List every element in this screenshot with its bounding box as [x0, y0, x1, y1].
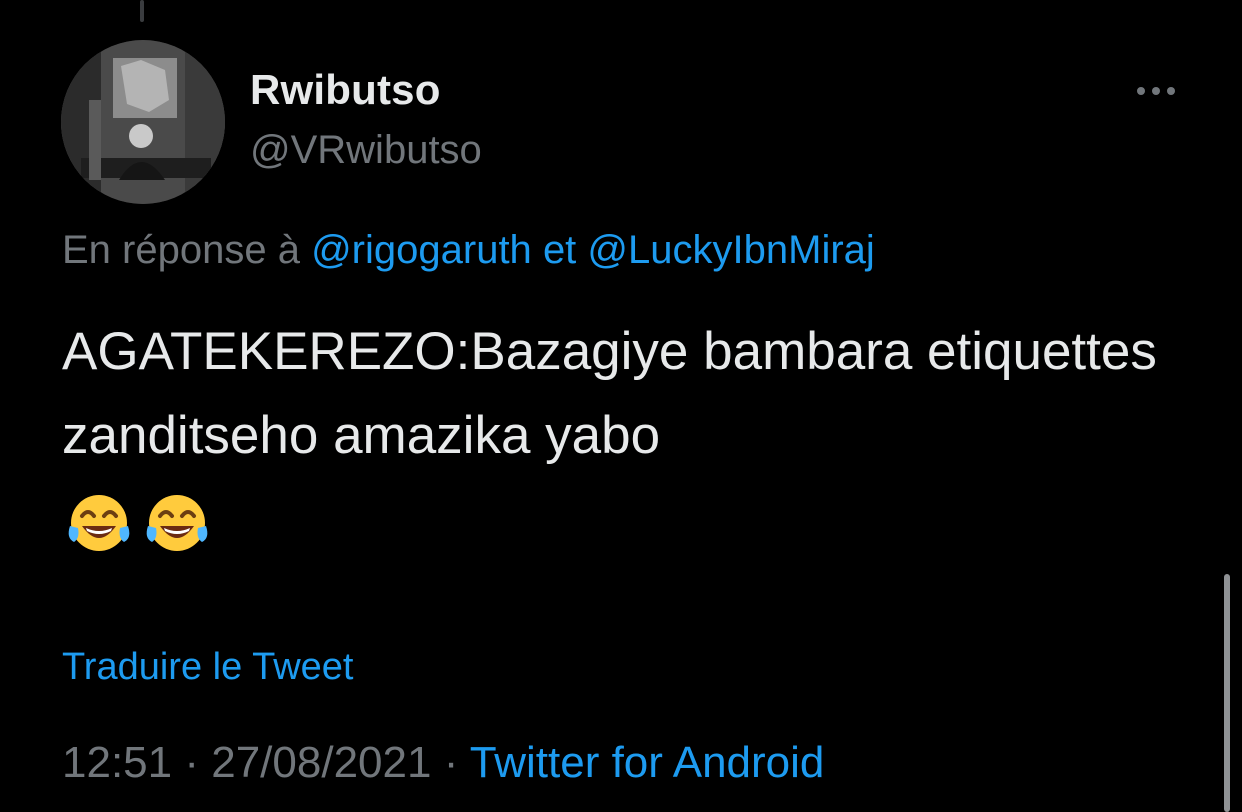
reply-conjunction: et [542, 228, 577, 272]
avatar[interactable] [61, 40, 225, 204]
face-with-tears-of-joy-icon [68, 495, 130, 551]
more-horizontal-icon-dot [1167, 87, 1175, 95]
meta-separator: · [443, 738, 459, 787]
tweet-emojis [64, 488, 212, 558]
more-options-button[interactable] [1128, 74, 1184, 108]
face-with-tears-of-joy-icon [146, 495, 208, 551]
tweet-text: AGATEKEREZO:Bazagiye bambara etiquettes … [62, 322, 1157, 465]
author-handle[interactable]: @VRwibutso [250, 128, 482, 173]
tweet-metadata: 12:51 · 27/08/2021 · Twitter for Android [62, 738, 824, 788]
tweet-source-link[interactable]: Twitter for Android [470, 738, 825, 787]
translate-tweet-link[interactable]: Traduire le Tweet [62, 646, 353, 689]
reply-mention-link[interactable]: @LuckyIbnMiraj [587, 228, 874, 272]
more-horizontal-icon [1137, 87, 1145, 95]
author-display-name[interactable]: Rwibutso [250, 66, 441, 114]
reply-prefix: En réponse à [62, 228, 300, 272]
reply-context: En réponse à @rigogaruth et @LuckyIbnMir… [62, 228, 875, 273]
thread-connector-line [140, 0, 144, 22]
meta-separator: · [184, 738, 199, 787]
tweet-date: 27/08/2021 [211, 738, 432, 787]
more-horizontal-icon-dot [1152, 87, 1160, 95]
scrollbar[interactable] [1224, 574, 1230, 812]
reply-mention-link[interactable]: @rigogaruth [311, 228, 532, 272]
profile-photo-icon [61, 40, 225, 204]
tweet-time: 12:51 [62, 738, 173, 787]
